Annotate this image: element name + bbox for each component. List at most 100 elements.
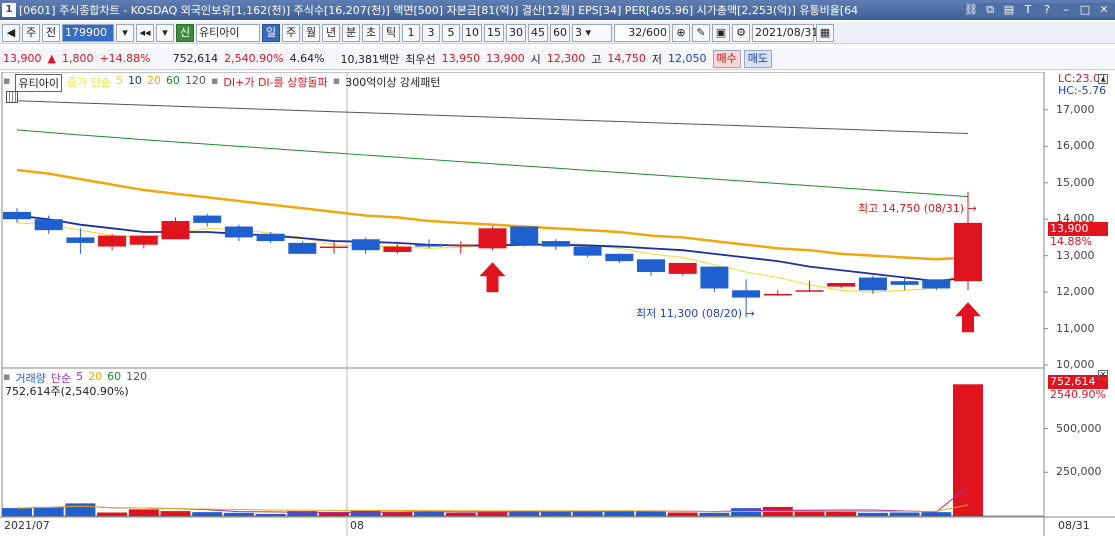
tools-icon[interactable]: ✎ [692,23,710,42]
restore-icon[interactable]: ⧉ [983,3,997,17]
legend-square-icon: ▪ [3,74,11,87]
window-controls: ⛓ ⧉ ▤ T ? – □ ✕ [964,3,1115,17]
price-tick-label: 17,000 [1056,102,1095,116]
candle-body [224,226,253,238]
interval-3[interactable]: 3 [422,23,440,42]
candle-body [573,246,602,256]
best-ask-price: 13,950 [441,52,481,65]
chart-toolbar: ◀ 주 전 179900 ▾ ◂◂ ▾ 신 유티아이 일 주 월 년 분 초 틱… [0,22,1115,44]
open-label: 시 [530,52,541,66]
period-second[interactable]: 초 [362,23,380,42]
volume-bar [921,512,952,516]
volume-bar [192,512,223,516]
speaker-icon[interactable]: ◂◂ [136,23,154,42]
toggle-panel-icon[interactable]: ◀ [2,23,20,42]
candle-body [129,235,158,245]
candle-body [415,244,444,247]
type-select[interactable]: 주 [22,23,40,42]
buy-button[interactable]: 매수 [712,49,741,68]
price-volume-chart[interactable] [0,72,1115,536]
period-month[interactable]: 월 [302,23,320,42]
price-tick-label: 12,000 [1056,285,1095,299]
candle-body [954,222,982,282]
period-day[interactable]: 일 [262,23,280,42]
last-volume-pct: 2540.90% [1050,388,1106,401]
calendar-icon[interactable]: ▦ [816,23,834,42]
candle-body [446,244,475,247]
period-year[interactable]: 년 [322,23,340,42]
minimize-icon[interactable]: – [1059,3,1073,17]
credit-badge: 신 [176,23,194,42]
zoom-icon[interactable]: ⊕ [672,23,690,42]
price-stock-label[interactable]: 유티아이 [15,74,62,92]
save-icon[interactable]: ▣ [712,23,730,42]
date-input[interactable]: 2021/08/31 [752,23,818,42]
vol-ma-120: 120 [126,370,148,383]
link-icon[interactable]: ⛓ [964,3,978,17]
maximize-icon[interactable]: □ [1078,3,1092,17]
ma-label: 종가 단순 [66,76,111,89]
page-count-input[interactable]: 32/600 [614,23,670,42]
change-percent: +14.88% [99,52,151,65]
volume-bar [826,511,857,516]
font-icon[interactable]: T [1021,3,1035,17]
interval-combo-value: 3 [575,25,582,39]
interval-30[interactable]: 30 [506,23,526,42]
interval-15[interactable]: 15 [484,23,504,42]
interval-combo[interactable]: 3 ▾ [572,23,612,42]
memo-icon[interactable]: ▤ [1002,3,1016,17]
period-week[interactable]: 주 [282,23,300,42]
search-dropdown-icon[interactable]: ▾ [116,23,134,42]
ma-10: 10 [127,74,142,87]
volume-bar [128,509,159,516]
candle-body [3,211,31,220]
volume-bar [223,512,254,516]
x-label-jul: 2021/07 [4,519,50,532]
quote-bar: 13,900 ▲ 1,800 +14.88% 752,614 2,540.90%… [0,48,1115,70]
close-icon[interactable]: ✕ [1097,3,1111,17]
volume-bar [477,512,508,516]
interval-10[interactable]: 10 [462,23,482,42]
volume-tick-label: 500,000 [1056,421,1102,435]
high-price: 14,750 [607,52,646,65]
price-tick-label: 15,000 [1056,175,1095,189]
interval-45[interactable]: 45 [528,23,548,42]
period-tick[interactable]: 틱 [382,23,400,42]
signal-strong-pattern: 300억이상 강세패턴 [345,76,441,89]
price-tick-label: 11,000 [1056,321,1095,335]
stock-code-input[interactable]: 179900 [62,23,114,42]
price-panel-scroll-icon[interactable]: ▴ [1098,74,1108,84]
current-price: 13,900 [3,52,42,65]
signal-square-icon: ▪ [210,74,219,87]
candle-body [795,290,824,292]
signal-arrow-icon [479,262,506,293]
price-tick-label: 10,000 [1056,358,1095,371]
candle-body [288,242,317,254]
interval-5[interactable]: 5 [442,23,460,42]
interval-60[interactable]: 60 [550,23,570,42]
candle-body [351,239,380,251]
volume-bar [667,512,698,516]
candle-body [541,241,570,247]
volume-panel-close-icon[interactable]: ✕ [1098,370,1108,380]
ma-20: 20 [146,74,161,87]
volume-bar [699,512,730,516]
period-minute[interactable]: 분 [342,23,360,42]
interval-1[interactable]: 1 [402,23,420,42]
candle-body [193,215,222,223]
ma120-line [16,100,969,135]
sell-button[interactable]: 매도 [743,49,773,68]
candle-body [922,279,951,289]
grid-icon[interactable] [6,91,18,103]
volume-bar [414,511,445,516]
settings-icon[interactable]: ⚙ [732,23,750,42]
help-icon[interactable]: ? [1040,3,1054,17]
price-tick-label: 13,000 [1056,248,1095,262]
candle-body [605,253,634,262]
volume-ratio: 2,540.90% [224,52,284,65]
price-tick-label: 14,000 [1056,212,1095,226]
history-icon[interactable]: ▾ [156,23,174,42]
volume-bar [33,506,64,516]
jeon-button[interactable]: 전 [42,23,60,42]
stock-name-field[interactable]: 유티아이 [196,23,260,42]
